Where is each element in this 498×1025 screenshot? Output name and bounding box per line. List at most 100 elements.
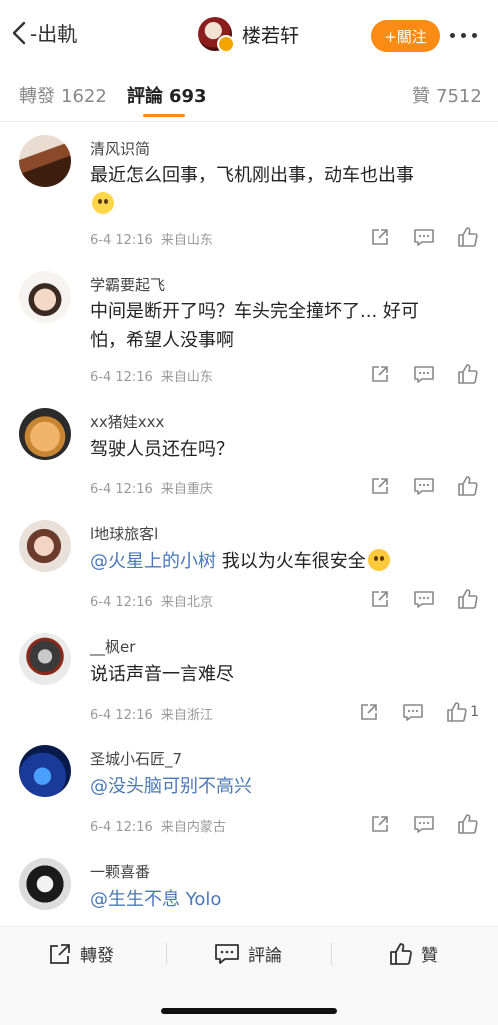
avatar[interactable] (19, 408, 71, 460)
comment-source: 来自浙江 (160, 708, 213, 723)
share-icon[interactable] (358, 701, 380, 723)
avatar[interactable] (19, 271, 71, 323)
avatar[interactable] (19, 633, 71, 685)
comment-time: 6-4 12:16 (90, 820, 153, 835)
thumbs-up-icon[interactable] (457, 588, 479, 610)
comment-actions (347, 475, 479, 497)
divider (331, 943, 332, 965)
comment-icon[interactable] (413, 588, 435, 610)
like-count: 1 (470, 704, 479, 720)
mention-link[interactable]: @生生不息 Yolo (90, 889, 221, 910)
comment-actions (347, 813, 479, 835)
commenter-name[interactable]: __枫er (90, 636, 135, 657)
comment-text: @生生不息 Yolo (90, 885, 475, 914)
comment-time: 6-4 12:16 (90, 708, 153, 723)
comment-text-line: 怕，希望人没事啊 (90, 330, 234, 351)
comment-text: 驾驶人员还在吗？ (90, 435, 475, 464)
account-avatar[interactable] (198, 17, 235, 53)
comment-text-line: 说话声音一言难尽 (90, 664, 234, 685)
comment-text: 最近怎么回事，飞机刚出事，动车也出事 (90, 161, 475, 219)
like-button[interactable]: 贊 (389, 941, 438, 966)
comment-meta: 6-4 12:16 来自重庆 (90, 478, 213, 497)
comment-item: __枫er 说话声音一言难尽 6-4 12:16 来自浙江 1 (0, 623, 498, 735)
comment-meta: 6-4 12:16 来自内蒙古 (90, 816, 226, 835)
comment-source: 来自山东 (160, 233, 213, 248)
thumbs-up-icon (390, 942, 412, 965)
thumbs-up-icon[interactable] (457, 226, 479, 248)
comment-icon (215, 943, 239, 964)
tab-repost[interactable]: 轉發 1622 (19, 82, 107, 108)
comment-source: 来自山东 (160, 370, 213, 385)
commenter-name[interactable]: 清风识简 (90, 138, 150, 159)
commenter-name[interactable]: 一颗喜番 (90, 861, 150, 882)
tab-likes-label: 贊 (412, 86, 430, 107)
tab-bar: 轉發 1622 評論 693 贊 7512 (0, 70, 498, 120)
verified-badge-icon (217, 35, 235, 53)
surprised-emoji-icon (92, 192, 114, 214)
commenter-name[interactable]: xx猪娃xxx (90, 411, 164, 432)
comment-meta: 6-4 12:16 来自山东 (90, 229, 213, 248)
comment-item: 一颗喜番 @生生不息 Yolo (0, 848, 498, 926)
share-icon[interactable] (369, 475, 391, 497)
avatar[interactable] (19, 135, 71, 187)
account-name: 楼若轩 (242, 24, 300, 47)
follow-button[interactable]: +關注 (371, 20, 440, 52)
commenter-name[interactable]: 学霸要起飞 (90, 274, 165, 295)
comment-item: 学霸要起飞 中间是断开了吗？车头完全撞坏了... 好可 怕，希望人没事啊 6-4… (0, 262, 498, 390)
comment-icon[interactable] (413, 813, 435, 835)
comment-text-line: 最近怎么回事，飞机刚出事，动车也出事 (90, 165, 414, 186)
comment-actions (347, 226, 479, 248)
tab-active-indicator (143, 114, 185, 117)
comment-time: 6-4 12:16 (90, 595, 153, 610)
comment-source: 来自内蒙古 (160, 820, 226, 835)
avatar[interactable] (19, 520, 71, 572)
commenter-name[interactable]: l地球旅客l (90, 523, 158, 544)
comment-item: xx猪娃xxx 驾驶人员还在吗？ 6-4 12:16 来自重庆 (0, 398, 498, 508)
account-title[interactable]: 楼若轩 (198, 17, 300, 53)
share-icon[interactable] (369, 588, 391, 610)
chevron-left-icon (12, 21, 26, 44)
tab-repost-count: 1622 (61, 86, 107, 107)
share-icon[interactable] (369, 226, 391, 248)
comment-icon[interactable] (413, 475, 435, 497)
commenter-name[interactable]: 圣城小石匠_7 (90, 748, 182, 769)
share-icon (50, 943, 70, 964)
comment-icon[interactable] (413, 226, 435, 248)
mention-link[interactable]: @没头脑可别不高兴 (90, 776, 252, 797)
comment-text: @没头脑可别不高兴 (90, 772, 475, 801)
repost-button[interactable]: 轉發 (48, 941, 114, 966)
comment-item: l地球旅客l @火星上的小树 我以为火车很安全 6-4 12:16 来自北京 (0, 510, 498, 622)
comment-button[interactable]: 評論 (214, 941, 282, 966)
thumbs-up-icon[interactable] (457, 475, 479, 497)
back-button[interactable]: -出軌 (10, 18, 77, 47)
more-dots-icon[interactable] (450, 33, 477, 38)
comment-item: 圣城小石匠_7 @没头脑可别不高兴 6-4 12:16 来自内蒙古 (0, 735, 498, 847)
comment-label: 評論 (248, 946, 282, 966)
comment-meta: 6-4 12:16 来自北京 (90, 591, 213, 610)
comment-icon[interactable] (402, 701, 424, 723)
comment-time: 6-4 12:16 (90, 482, 153, 497)
thumbs-up-icon[interactable] (457, 813, 479, 835)
tab-comments[interactable]: 評論 693 (127, 82, 207, 108)
tab-comments-label: 評論 (127, 86, 163, 107)
share-icon[interactable] (369, 363, 391, 385)
avatar[interactable] (19, 745, 71, 797)
comment-icon[interactable] (413, 363, 435, 385)
comment-text: 中间是断开了吗？车头完全撞坏了... 好可 怕，希望人没事啊 (90, 297, 475, 355)
comment-actions (347, 363, 479, 385)
tab-likes[interactable]: 贊 7512 (412, 82, 482, 108)
thumbs-up-icon[interactable] (457, 363, 479, 385)
avatar[interactable] (19, 858, 71, 910)
share-icon[interactable] (369, 813, 391, 835)
tab-likes-count: 7512 (436, 86, 482, 107)
back-label: -出軌 (30, 22, 78, 46)
comment-time: 6-4 12:16 (90, 233, 153, 248)
repost-label: 轉發 (80, 946, 114, 966)
comment-actions (347, 588, 479, 610)
tab-repost-label: 轉發 (19, 86, 55, 107)
comment-text-line: 驾驶人员还在吗？ (90, 439, 234, 460)
mention-link[interactable]: @火星上的小树 (90, 551, 216, 572)
comment-source: 来自重庆 (160, 482, 213, 497)
thumbs-up-icon[interactable] (446, 701, 468, 723)
crying-emoji-icon (367, 549, 390, 571)
